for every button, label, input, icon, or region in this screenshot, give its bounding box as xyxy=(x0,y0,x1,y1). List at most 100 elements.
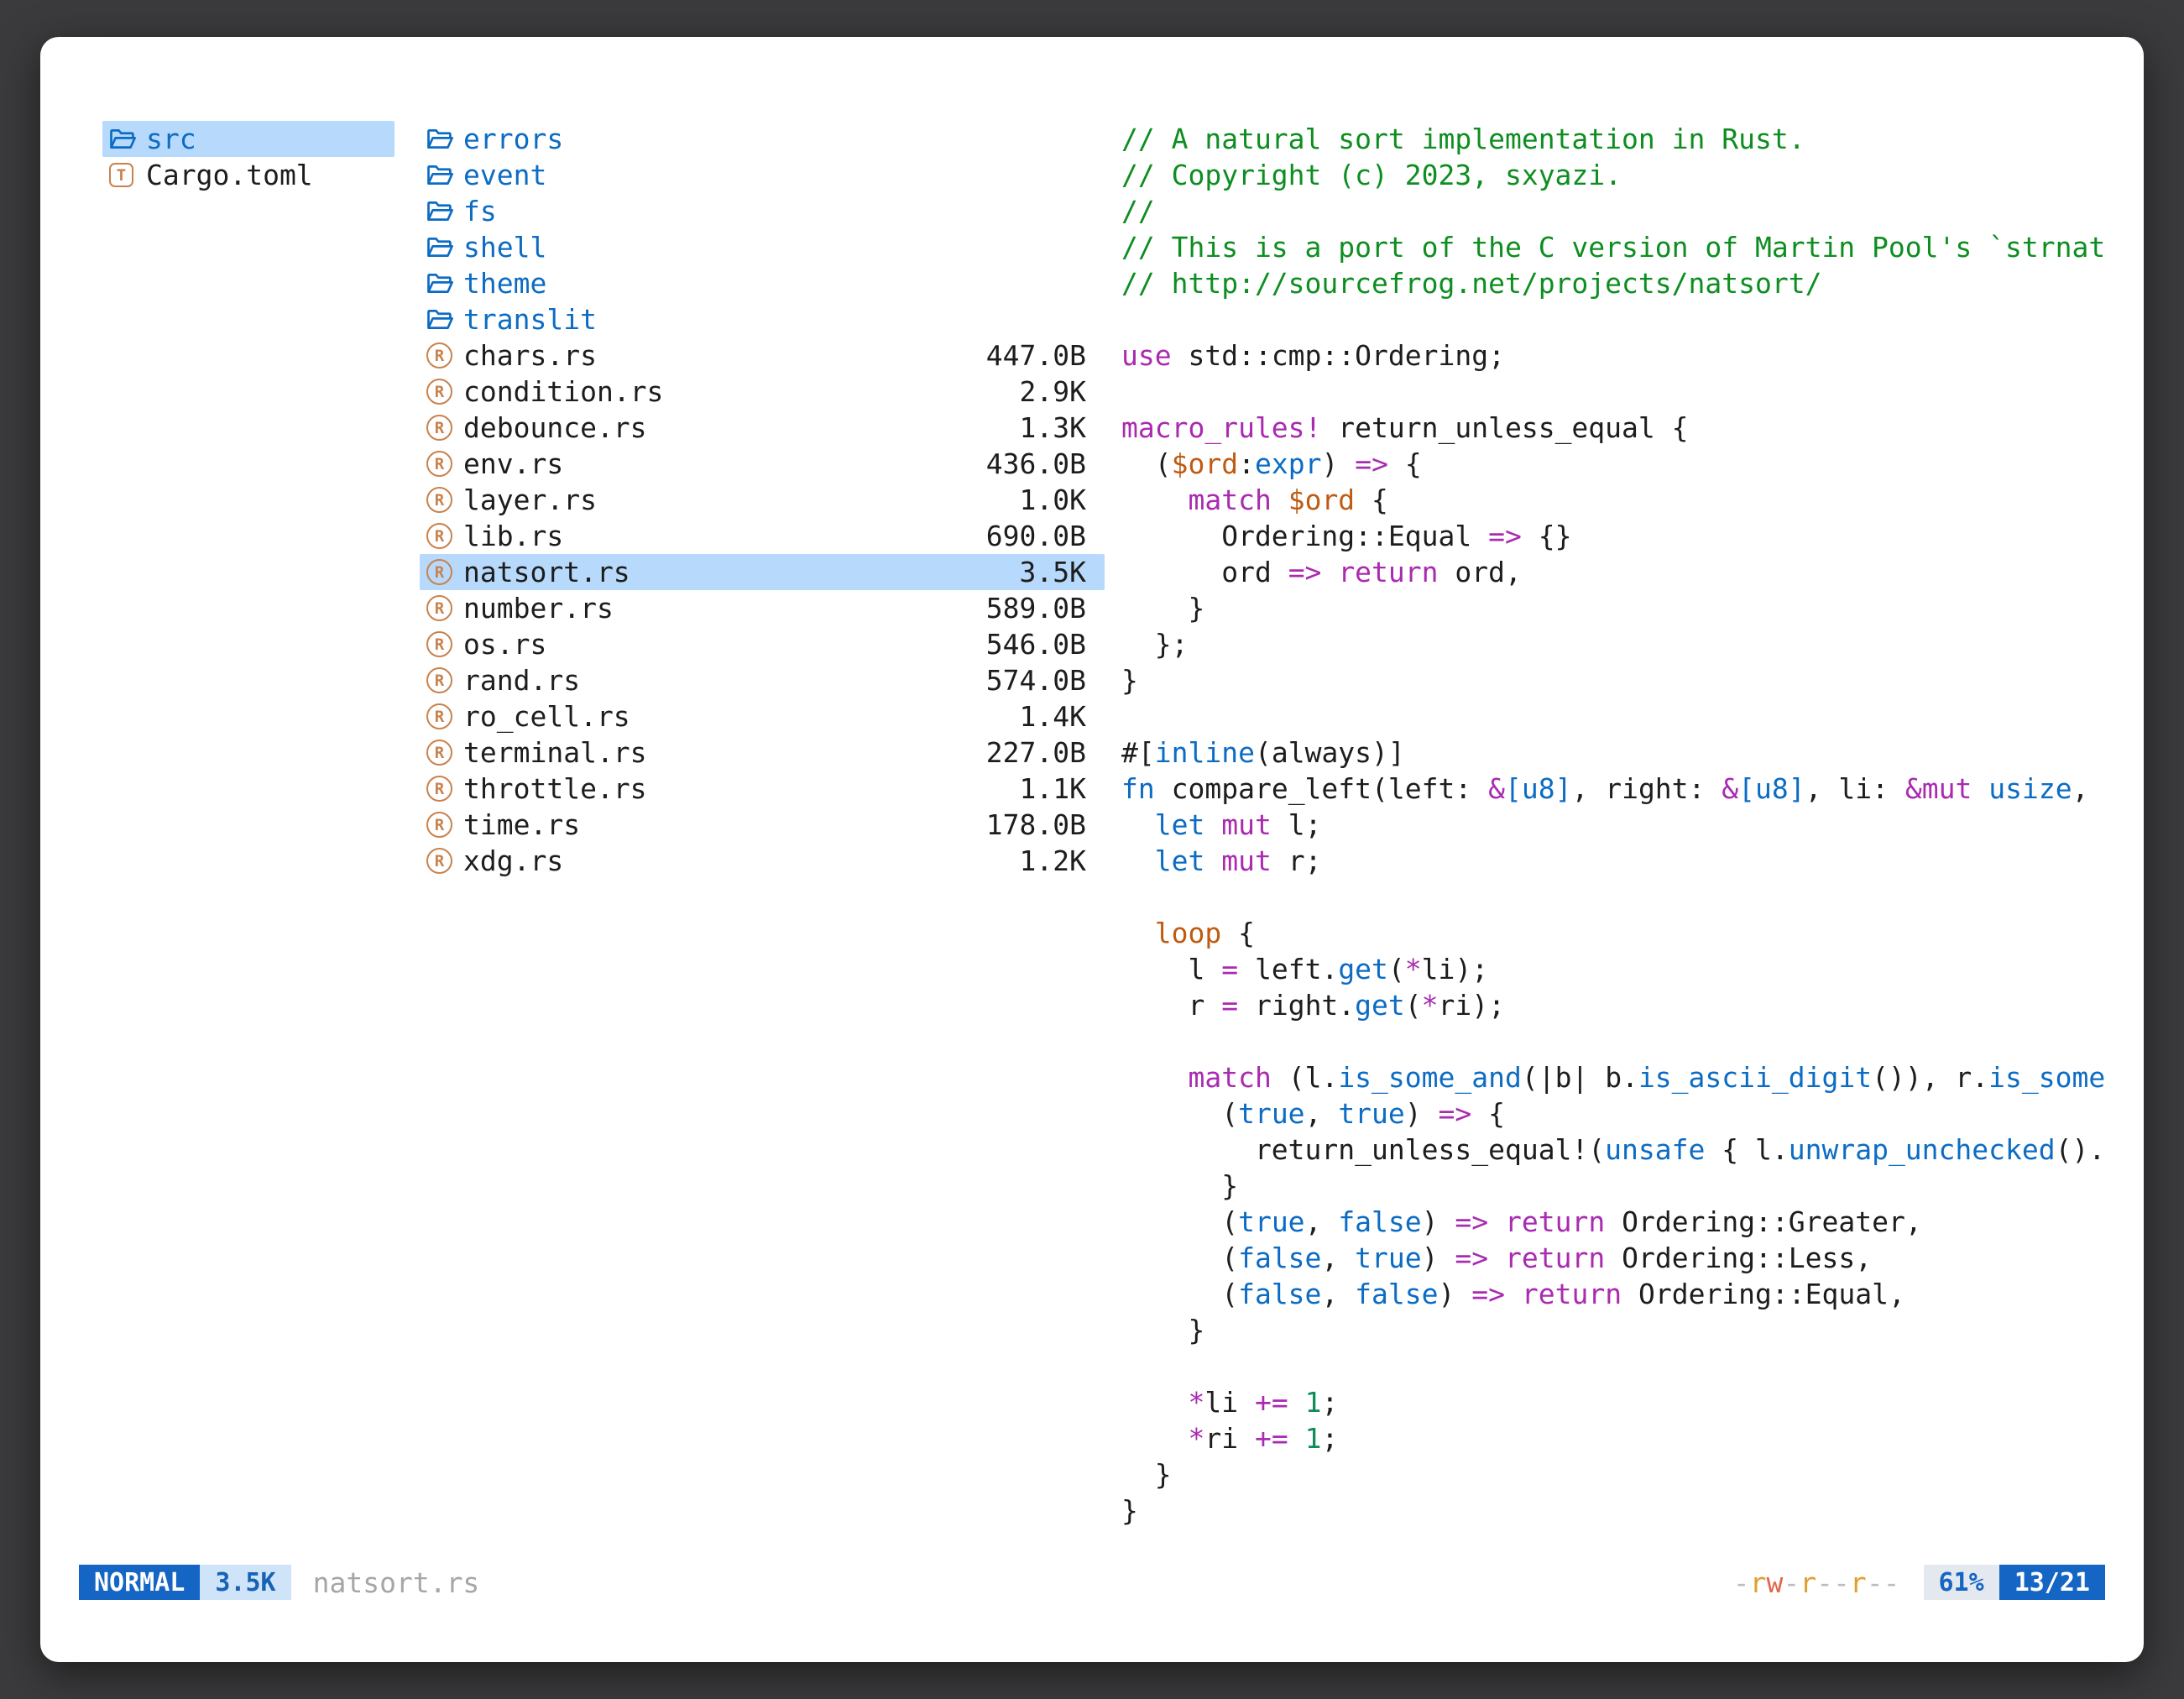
code-line: use std::cmp::Ordering; xyxy=(1121,337,2125,374)
file-icon: R xyxy=(426,379,463,405)
code-line: (false, false) => return Ordering::Equal… xyxy=(1121,1276,2125,1312)
file-name: chars.rs xyxy=(463,339,597,372)
file-name: condition.rs xyxy=(463,375,663,408)
file-size: 589.0B xyxy=(986,592,1086,625)
code-line xyxy=(1121,1023,2125,1059)
code-line: } xyxy=(1121,1168,2125,1204)
folder-open-icon xyxy=(426,200,453,222)
file-row[interactable]: R debounce.rs 1.3K xyxy=(420,410,1105,446)
file-name: ro_cell.rs xyxy=(463,700,630,733)
panes-container: src T Cargo.toml errors event fs shell t… xyxy=(40,37,2144,1565)
rust-file-icon: R xyxy=(426,415,452,441)
file-row[interactable]: R terminal.rs 227.0B xyxy=(420,734,1105,771)
code-line: } xyxy=(1121,1456,2125,1493)
file-row[interactable]: event xyxy=(420,157,1105,193)
file-name: lib.rs xyxy=(463,520,563,552)
code-line: let mut r; xyxy=(1121,843,2125,879)
code-line: match (l.is_some_and(|b| b.is_ascii_digi… xyxy=(1121,1059,2125,1095)
cursor-position-badge: 13/21 xyxy=(1999,1565,2105,1600)
file-row[interactable]: R os.rs 546.0B xyxy=(420,626,1105,662)
file-name: number.rs xyxy=(463,592,614,625)
file-name: xdg.rs xyxy=(463,844,563,877)
parent-file-list: src T Cargo.toml xyxy=(102,121,394,193)
file-size: 1.0K xyxy=(1020,484,1086,516)
file-name: layer.rs xyxy=(463,484,597,516)
file-icon: R xyxy=(426,523,463,549)
code-line xyxy=(1121,879,2125,915)
scroll-percent-badge: 61% xyxy=(1924,1565,1999,1600)
file-row[interactable]: R layer.rs 1.0K xyxy=(420,482,1105,518)
file-icon: R xyxy=(426,559,463,585)
file-name: theme xyxy=(463,267,546,300)
file-row[interactable]: R xdg.rs 1.2K xyxy=(420,843,1105,879)
file-row[interactable]: R lib.rs 690.0B xyxy=(420,518,1105,554)
status-right-group: -rw-r--r-- 61% 13/21 xyxy=(1733,1565,2105,1600)
rust-file-icon: R xyxy=(426,631,452,657)
file-size: 227.0B xyxy=(986,736,1086,769)
file-row[interactable]: R ro_cell.rs 1.4K xyxy=(420,698,1105,734)
file-icon xyxy=(426,308,463,331)
file-name: translit xyxy=(463,303,597,336)
file-row[interactable]: src xyxy=(102,121,394,157)
rust-file-icon: R xyxy=(426,487,452,513)
file-icon xyxy=(426,128,463,150)
mode-badge: NORMAL xyxy=(79,1565,200,1600)
file-size: 1.4K xyxy=(1020,700,1086,733)
file-row[interactable]: translit xyxy=(420,301,1105,337)
toml-file-icon: T xyxy=(109,163,133,187)
file-row[interactable]: errors xyxy=(420,121,1105,157)
file-icon: T xyxy=(109,163,146,187)
file-name: rand.rs xyxy=(463,664,580,697)
code-line: }; xyxy=(1121,626,2125,662)
rust-file-icon: R xyxy=(426,812,452,838)
code-line: let mut l; xyxy=(1121,807,2125,843)
code-line xyxy=(1121,1348,2125,1384)
code-line: (true, false) => return Ordering::Greate… xyxy=(1121,1204,2125,1240)
code-line: // http://sourcefrog.net/projects/natsor… xyxy=(1121,265,2125,301)
rust-file-icon: R xyxy=(426,703,452,729)
status-bar: NORMAL 3.5K natsort.rs -rw-r--r-- 61% 13… xyxy=(79,1565,2105,1600)
file-name: env.rs xyxy=(463,447,563,480)
rust-file-icon: R xyxy=(426,379,452,405)
file-icon: R xyxy=(426,595,463,621)
file-row[interactable]: R natsort.rs 3.5K xyxy=(420,554,1105,590)
file-icon: R xyxy=(426,415,463,441)
file-size: 690.0B xyxy=(986,520,1086,552)
code-line: ($ord:expr) => { xyxy=(1121,446,2125,482)
file-row[interactable]: R number.rs 589.0B xyxy=(420,590,1105,626)
file-row[interactable]: shell xyxy=(420,229,1105,265)
file-icon xyxy=(426,236,463,259)
code-line: (true, true) => { xyxy=(1121,1095,2125,1132)
code-line xyxy=(1121,301,2125,337)
file-icon xyxy=(426,200,463,222)
file-row[interactable]: R condition.rs 2.9K xyxy=(420,374,1105,410)
file-row[interactable]: R env.rs 436.0B xyxy=(420,446,1105,482)
file-icon: R xyxy=(426,631,463,657)
file-row[interactable]: T Cargo.toml xyxy=(102,157,394,193)
rust-file-icon: R xyxy=(426,848,452,874)
file-size: 3.5K xyxy=(1020,556,1086,588)
file-name: shell xyxy=(463,231,546,264)
code-line: match $ord { xyxy=(1121,482,2125,518)
code-line: ord => return ord, xyxy=(1121,554,2125,590)
file-name: debounce.rs xyxy=(463,411,647,444)
file-icon: R xyxy=(426,812,463,838)
file-row[interactable]: R chars.rs 447.0B xyxy=(420,337,1105,374)
file-icon xyxy=(426,164,463,186)
file-row[interactable]: fs xyxy=(420,193,1105,229)
file-row[interactable]: theme xyxy=(420,265,1105,301)
status-filename: natsort.rs xyxy=(313,1566,480,1599)
code-line: *ri += 1; xyxy=(1121,1420,2125,1456)
file-row[interactable]: R rand.rs 574.0B xyxy=(420,662,1105,698)
file-row[interactable]: R throttle.rs 1.1K xyxy=(420,771,1105,807)
rust-file-icon: R xyxy=(426,342,452,369)
folder-open-icon xyxy=(109,128,136,150)
code-line: } xyxy=(1121,1493,2125,1529)
code-line: *li += 1; xyxy=(1121,1384,2125,1420)
code-line: loop { xyxy=(1121,915,2125,951)
file-name: errors xyxy=(463,123,563,155)
code-line: #[inline(always)] xyxy=(1121,734,2125,771)
file-name: event xyxy=(463,159,546,191)
file-row[interactable]: R time.rs 178.0B xyxy=(420,807,1105,843)
file-size: 574.0B xyxy=(986,664,1086,697)
